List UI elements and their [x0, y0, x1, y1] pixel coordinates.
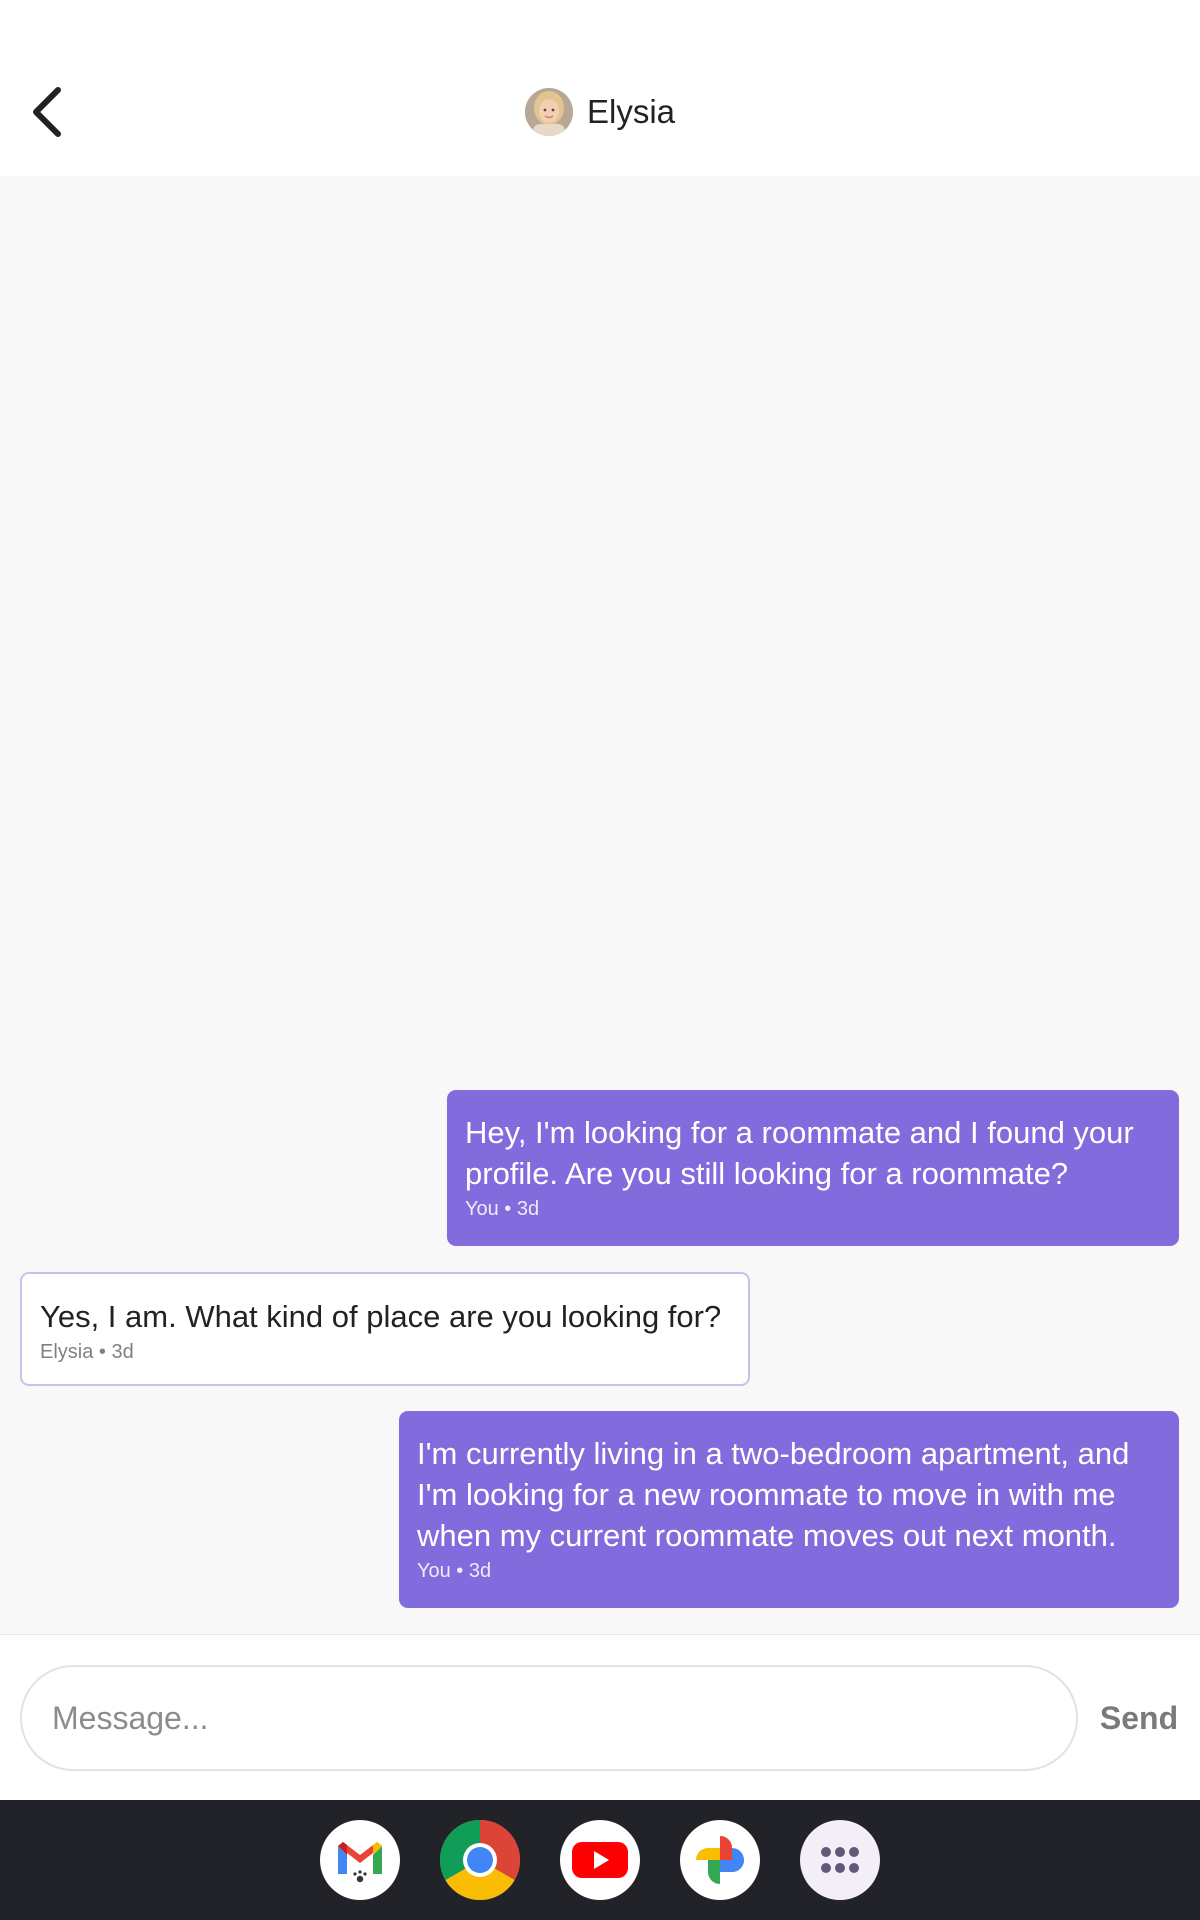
photos-icon — [696, 1836, 744, 1884]
message-text: Yes, I am. What kind of place are you lo… — [40, 1299, 722, 1334]
youtube-icon — [572, 1842, 628, 1878]
message-bubble-outgoing[interactable]: Hey, I'm looking for a roommate and I fo… — [447, 1090, 1179, 1246]
contact-avatar — [524, 88, 573, 136]
message-input[interactable] — [20, 1665, 1078, 1771]
message-meta: Elysia • 3d — [40, 1341, 134, 1363]
chat-title[interactable]: Elysia — [0, 84, 1200, 140]
message-text: Hey, I'm looking for a roommate and I fo… — [465, 1115, 1134, 1191]
chat-header: Elysia — [0, 0, 1200, 176]
message-bubble-outgoing[interactable]: I'm currently living in a two-bedroom ap… — [399, 1411, 1179, 1608]
chrome-icon — [440, 1820, 520, 1900]
gmail-icon — [338, 1842, 382, 1883]
taskbar — [0, 1800, 1200, 1920]
contact-name: Elysia — [586, 93, 676, 130]
chat-screen: Elysia Hey, I'm looking for a roommate a… — [0, 0, 1200, 1920]
gmail-app[interactable] — [320, 1820, 400, 1900]
app-drawer[interactable] — [800, 1820, 880, 1900]
photos-app[interactable] — [680, 1820, 760, 1900]
message-composer: Send — [0, 1634, 1200, 1800]
chrome-app[interactable] — [440, 1820, 520, 1900]
message-meta: You • 3d — [465, 1198, 540, 1220]
message-bubble-incoming[interactable]: Yes, I am. What kind of place are you lo… — [20, 1272, 750, 1386]
message-meta: You • 3d — [417, 1560, 492, 1582]
youtube-app[interactable] — [560, 1820, 640, 1900]
send-button[interactable]: Send — [1078, 1665, 1200, 1771]
message-text: I'm currently living in a two-bedroom ap… — [417, 1436, 1130, 1553]
app-drawer-icon — [821, 1847, 859, 1873]
